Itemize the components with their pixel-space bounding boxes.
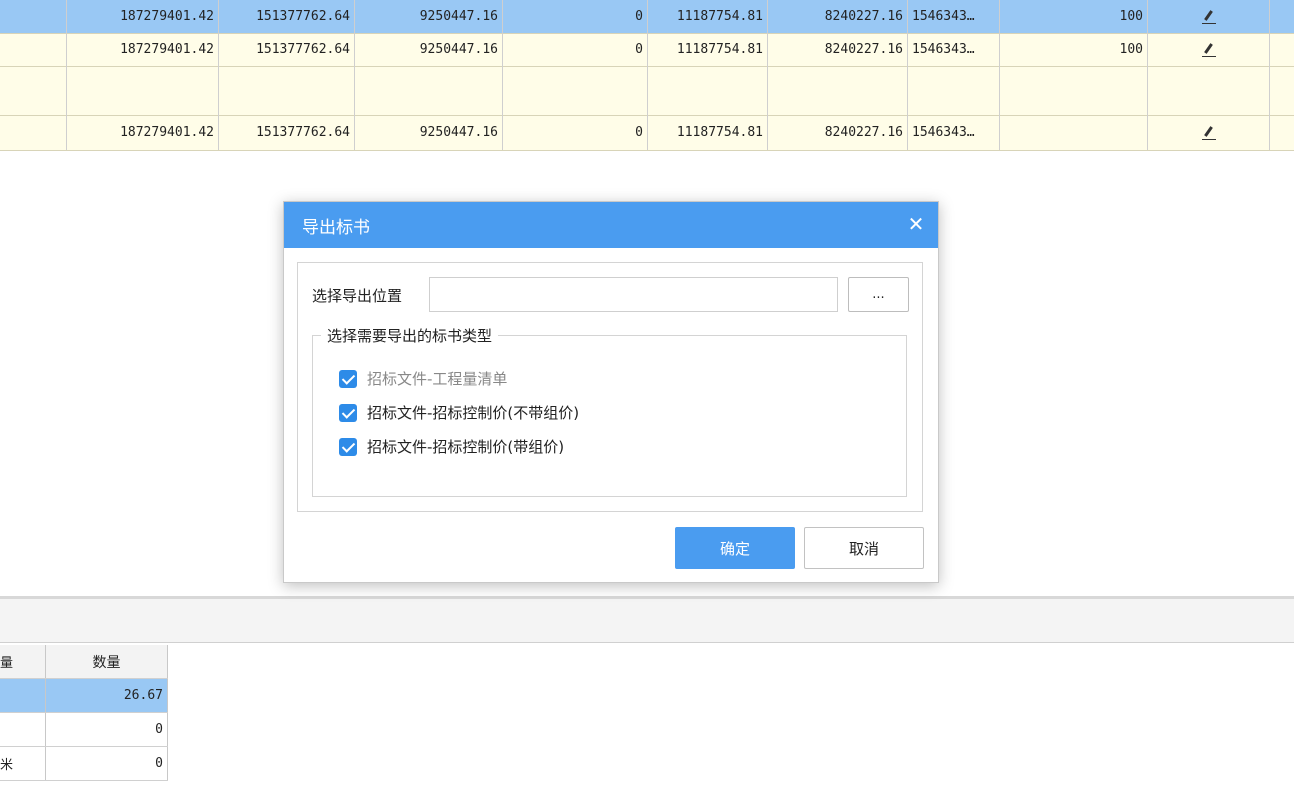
grid-cell[interactable]: 11187754.81 (648, 115, 768, 150)
export-location-label: 选择导出位置 (312, 287, 403, 305)
quantity-cell[interactable]: 26.67 (46, 679, 168, 712)
checkbox-checked-icon[interactable] (339, 403, 357, 422)
grid-cell[interactable]: 1546343… (908, 33, 1000, 66)
column-header-quantity: 数量 (46, 645, 168, 678)
grid-cell[interactable] (768, 66, 908, 115)
option-label: 招标文件-工程量清单 (367, 370, 508, 388)
table-row[interactable]: 0 (0, 713, 168, 747)
grid-cell[interactable] (0, 0, 67, 33)
grid-cell[interactable]: 0 (503, 33, 648, 66)
dialog-title: 导出标书 (302, 217, 370, 238)
grid-cell[interactable]: 8240227.16 (768, 115, 908, 150)
grid-cell[interactable]: 0 (503, 115, 648, 150)
table-cell[interactable]: 米 (0, 747, 46, 780)
option-label: 招标文件-招标控制价(带组价) (367, 438, 565, 456)
quantity-cell[interactable]: 0 (46, 747, 168, 780)
table-cell[interactable] (0, 713, 46, 746)
table-header-row: 量 数量 (0, 645, 168, 679)
browse-button[interactable]: ... (848, 277, 909, 312)
grid-cell[interactable]: 11187754.81 (648, 0, 768, 33)
checkbox-checked-icon[interactable] (339, 437, 357, 456)
option-bill-of-quantities[interactable]: 招标文件-工程量清单 (339, 368, 507, 389)
grid-cell[interactable]: 151377762.64 (219, 0, 355, 33)
grid-cell[interactable] (0, 66, 67, 115)
grid-cell[interactable] (0, 33, 67, 66)
export-location-input[interactable] (429, 277, 838, 312)
dialog-body: 选择导出位置 ... 选择需要导出的标书类型 招标文件-工程量清单 招标文件-招… (297, 262, 923, 512)
grid-cell[interactable]: 1546343… (908, 115, 1000, 150)
quantity-cell[interactable]: 0 (46, 713, 168, 746)
grid-cell[interactable] (1000, 66, 1148, 115)
grid-cell[interactable]: 151377762.64 (219, 33, 355, 66)
grid-cell[interactable]: 9250447.16 (355, 0, 503, 33)
grid-cell[interactable]: 151377762.64 (219, 115, 355, 150)
grid-cell[interactable] (67, 66, 219, 115)
column-header: 量 (0, 645, 46, 678)
table-row[interactable]: 187279401.42 151377762.64 9250447.16 0 1… (0, 115, 1294, 151)
bid-type-group: 选择需要导出的标书类型 招标文件-工程量清单 招标文件-招标控制价(不带组价) … (312, 325, 907, 497)
dialog-title-bar[interactable]: 导出标书 ✕ (284, 202, 938, 248)
grid-cell[interactable]: 187279401.42 (67, 115, 219, 150)
grid-cell[interactable] (355, 66, 503, 115)
edit-cell[interactable] (1148, 66, 1270, 115)
grid-cell[interactable] (648, 66, 768, 115)
option-control-price-no-pricing[interactable]: 招标文件-招标控制价(不带组价) (339, 402, 579, 423)
bottom-toolbar (0, 599, 1294, 643)
pencil-icon[interactable] (1201, 43, 1216, 57)
grid-cell[interactable] (0, 115, 67, 150)
grid-cell[interactable] (503, 66, 648, 115)
grid-cell[interactable] (1000, 115, 1148, 150)
edit-cell[interactable] (1148, 0, 1270, 33)
grid-cell[interactable]: 9250447.16 (355, 33, 503, 66)
checkbox-checked-icon[interactable] (339, 369, 357, 388)
table-cell[interactable] (0, 679, 46, 712)
grid-cell[interactable]: 0 (503, 0, 648, 33)
grid-cell[interactable]: 100 (1000, 0, 1148, 33)
table-row[interactable]: 187279401.42 151377762.64 9250447.16 0 1… (0, 33, 1294, 67)
grid-cell[interactable]: 1546343… (908, 0, 1000, 33)
grid-cell[interactable]: 8240227.16 (768, 33, 908, 66)
option-control-price-with-pricing[interactable]: 招标文件-招标控制价(带组价) (339, 436, 564, 457)
table-row[interactable]: 187279401.42 151377762.64 9250447.16 0 1… (0, 0, 1294, 34)
grid-cell[interactable]: 8240227.16 (768, 0, 908, 33)
table-row[interactable]: 26.67 (0, 679, 168, 713)
pencil-icon[interactable] (1201, 126, 1216, 140)
grid-cell[interactable]: 9250447.16 (355, 115, 503, 150)
table-row[interactable]: 米 0 (0, 747, 168, 781)
table-row[interactable] (0, 66, 1294, 116)
export-dialog: 导出标书 ✕ 选择导出位置 ... 选择需要导出的标书类型 招标文件-工程量清单… (283, 201, 939, 583)
grid-cell[interactable] (908, 66, 1000, 115)
grid-cell[interactable]: 100 (1000, 33, 1148, 66)
cancel-button[interactable]: 取消 (804, 527, 924, 569)
option-label: 招标文件-招标控制价(不带组价) (367, 404, 580, 422)
pencil-icon[interactable] (1201, 10, 1216, 24)
data-grid: 187279401.42 151377762.64 9250447.16 0 1… (0, 0, 1294, 151)
bid-type-group-label: 选择需要导出的标书类型 (321, 325, 499, 346)
grid-cell[interactable]: 187279401.42 (67, 0, 219, 33)
grid-cell[interactable]: 187279401.42 (67, 33, 219, 66)
grid-cell[interactable] (219, 66, 355, 115)
confirm-button[interactable]: 确定 (675, 527, 795, 569)
close-icon[interactable]: ✕ (906, 214, 926, 234)
edit-cell[interactable] (1148, 115, 1270, 150)
grid-cell[interactable]: 11187754.81 (648, 33, 768, 66)
edit-cell[interactable] (1148, 33, 1270, 66)
